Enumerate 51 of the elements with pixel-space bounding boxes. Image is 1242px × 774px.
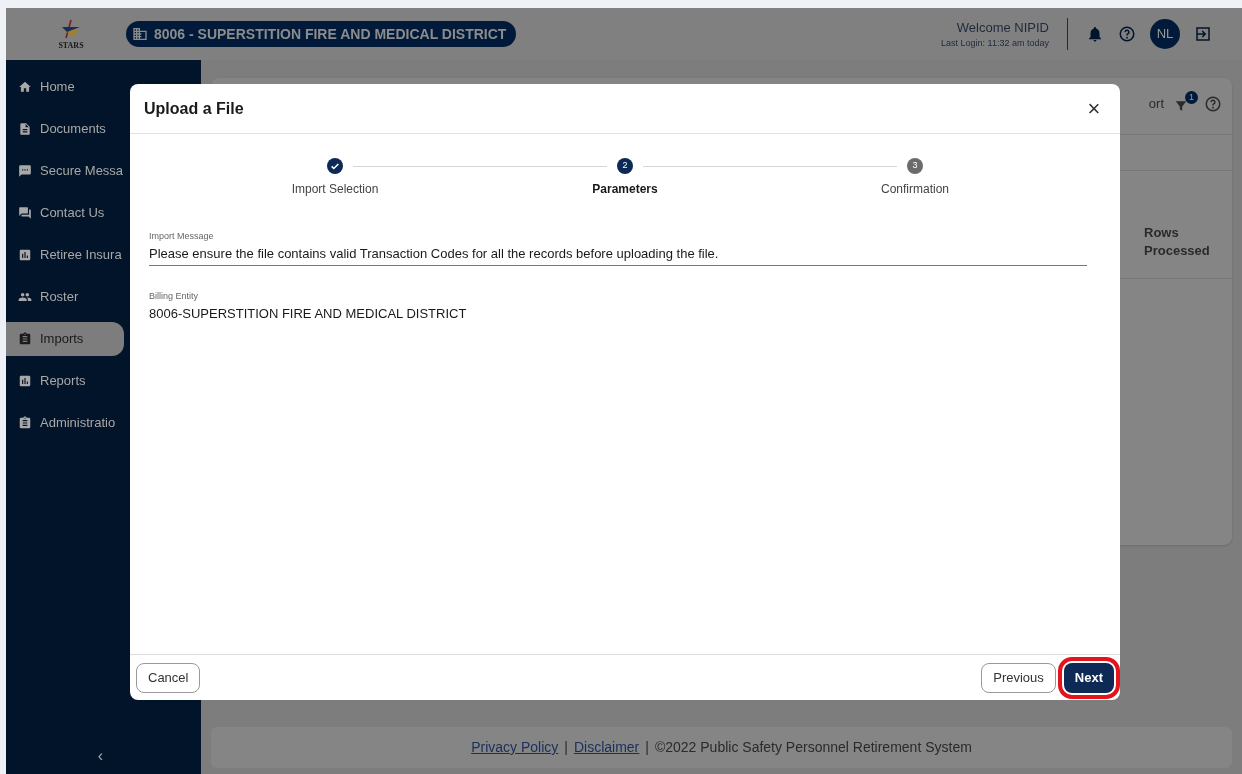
step-label: Confirmation [881, 181, 949, 198]
logout-icon[interactable] [1194, 25, 1212, 43]
notification-bell-icon[interactable] [1086, 25, 1104, 43]
clipboard-icon [18, 332, 32, 346]
sidebar-item[interactable]: Documents [6, 112, 124, 146]
help-icon[interactable] [1204, 94, 1222, 113]
sidebar-item[interactable]: Retiree Insura [6, 238, 124, 272]
people-icon [18, 290, 32, 304]
filter-icon [1174, 98, 1188, 113]
field-label: Billing Entity [149, 290, 200, 303]
entity-selector[interactable]: 8006 - SUPERSTITION FIRE AND MEDICAL DISTRICT [126, 21, 517, 47]
document-icon [18, 122, 32, 136]
bar-chart-icon [18, 248, 32, 262]
dialog-title: Upload a File [144, 98, 244, 119]
logo-text: STARS [58, 42, 84, 50]
filter-count-badge: 1 [1185, 90, 1198, 104]
last-login-text: Last Login: 11:32 am today [941, 37, 1049, 50]
step-label: Parameters [592, 181, 658, 198]
step-number: 3 [907, 158, 923, 174]
sidebar-item[interactable]: Home [6, 70, 124, 104]
bar-chart-icon [18, 374, 32, 388]
column-header: Rows Processed [1144, 224, 1208, 260]
footer-link[interactable]: Privacy Policy [471, 737, 559, 758]
footer-text: ©2022 Public Safety Personnel Retirement System [654, 738, 972, 757]
sidebar-item[interactable]: Contact Us [6, 196, 124, 230]
close-button[interactable]: × [1082, 97, 1106, 120]
clipboard-icon [18, 416, 32, 430]
welcome-text: Welcome NIPID [956, 18, 1049, 37]
input-field[interactable]: Please ensure the file contains valid Transaction Codes for all the records before uploading the file. [149, 243, 1087, 266]
footer-text: | [645, 738, 649, 757]
footer-text: | [564, 738, 568, 757]
dialog-button[interactable]: Previous [981, 662, 1056, 693]
step-label: Import Selection [291, 181, 379, 198]
home-icon [18, 80, 32, 94]
chat-icon [18, 164, 32, 178]
chat-bubbles-icon [18, 206, 32, 220]
collapse-button[interactable]: ‹ [90, 744, 111, 768]
building-icon [132, 26, 148, 42]
export-link[interactable]: ort [1148, 94, 1164, 114]
help-icon[interactable] [1118, 25, 1136, 43]
footer-link[interactable]: Disclaimer [573, 737, 640, 758]
field-label: Import Message [149, 230, 215, 243]
sidebar-item[interactable]: Roster [6, 280, 124, 314]
sidebar-item[interactable]: Reports [6, 364, 124, 398]
sidebar-item[interactable]: Administratio [6, 406, 124, 440]
sidebar-item[interactable]: Secure Messa [6, 154, 124, 188]
sidebar-item[interactable]: Imports [6, 322, 124, 356]
dialog-button[interactable]: Cancel [136, 662, 201, 693]
step-number: 2 [617, 158, 633, 174]
field-value: 8006-SUPERSTITION FIRE AND MEDICAL DISTRICT [149, 304, 468, 323]
user-avatar[interactable]: NL [1150, 19, 1180, 49]
